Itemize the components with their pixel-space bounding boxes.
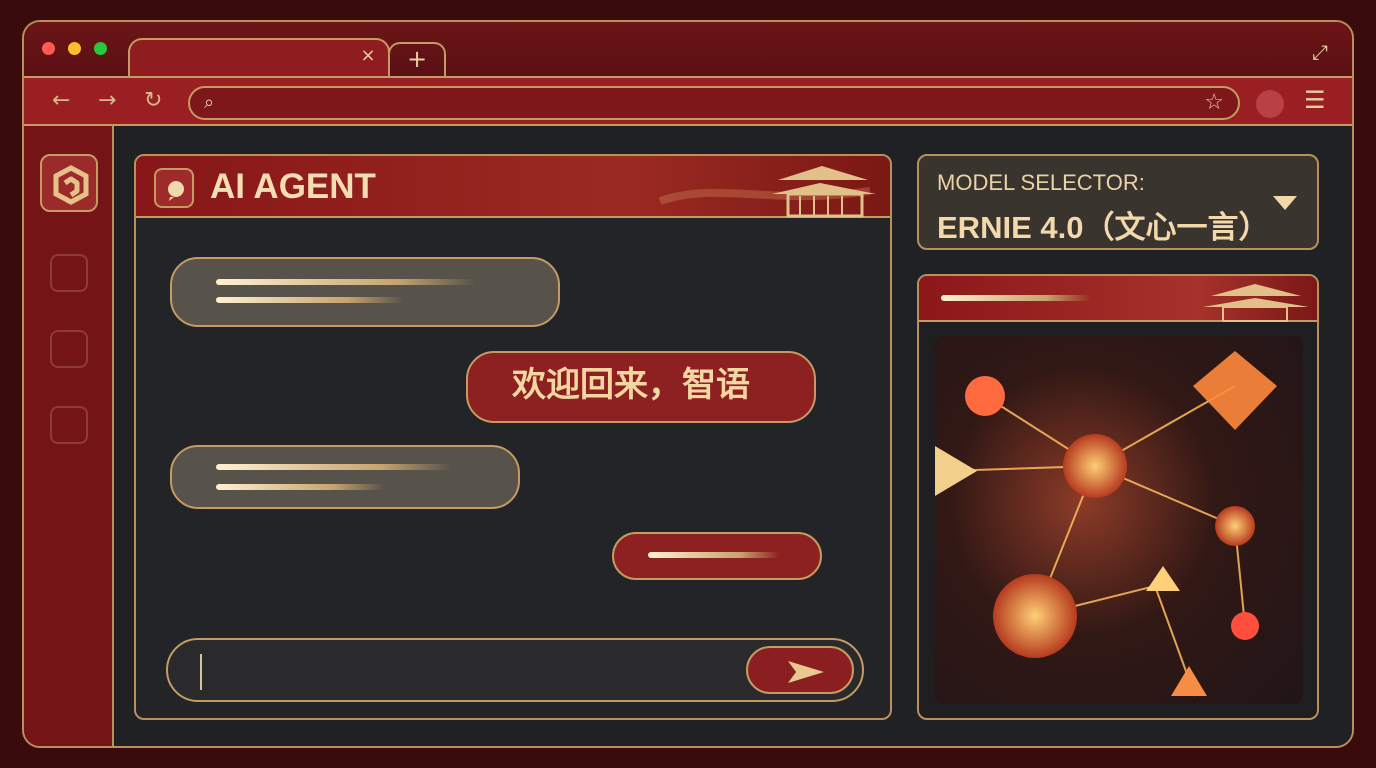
model-selector-label: MODEL SELECTOR: (937, 170, 1145, 195)
profile-avatar[interactable] (1256, 90, 1284, 118)
chat-bubble-icon (154, 168, 194, 208)
visual-title-placeholder (941, 295, 1091, 301)
back-icon[interactable]: ← (52, 88, 70, 114)
send-icon (788, 661, 824, 683)
sidebar-item[interactable] (50, 406, 88, 444)
network-visual-panel (917, 274, 1319, 720)
brain-node-icon (993, 574, 1077, 658)
close-window-button[interactable] (42, 42, 55, 55)
active-tab[interactable] (128, 38, 390, 78)
send-button[interactable] (746, 646, 854, 694)
sidebar-item[interactable] (50, 254, 88, 292)
arrow-icon (935, 446, 977, 496)
minimize-window-button[interactable] (68, 42, 81, 55)
incoming-message-bubble (170, 257, 560, 327)
welcome-message: 欢迎回来，智语 (512, 365, 750, 405)
maximize-window-button[interactable] (94, 42, 107, 55)
browser-window: × + ⤢ ← → ↻ ⌕ ☆ ☰ AI AGENT 欢迎回来，智语 MODEL… (22, 20, 1354, 748)
model-selector[interactable]: MODEL SELECTOR: ERNIE 4.0（文心一言） (917, 154, 1319, 250)
sidebar-home-button[interactable] (40, 154, 98, 212)
outgoing-message-bubble: 欢迎回来，智语 (466, 351, 816, 423)
address-bar[interactable]: ⌕ ☆ (188, 86, 1240, 120)
selected-model: ERNIE 4.0（文心一言） (937, 210, 1270, 245)
pagoda-decoration (1203, 284, 1309, 322)
outgoing-message-bubble (612, 532, 822, 580)
triangle-icon (1171, 666, 1207, 696)
incoming-message-bubble (170, 445, 520, 509)
chat-header: AI AGENT (136, 156, 890, 218)
menu-icon[interactable]: ☰ (1304, 86, 1326, 114)
text-cursor (200, 654, 202, 690)
triangle-icon (1146, 566, 1180, 591)
message-input[interactable] (166, 638, 864, 702)
brain-node-icon (1063, 434, 1127, 498)
left-sidebar (24, 126, 114, 746)
forward-icon[interactable]: → (98, 88, 116, 114)
visual-panel-header (919, 276, 1317, 322)
pagoda-decoration (658, 166, 876, 218)
tab-bar: × + ⤢ (24, 22, 1352, 78)
chevron-down-icon[interactable] (1273, 196, 1297, 210)
chat-panel: AI AGENT 欢迎回来，智语 (134, 154, 892, 720)
search-icon: ⌕ (204, 92, 215, 113)
main-content: AI AGENT 欢迎回来，智语 MODEL SELECTOR: ERNIE 4… (114, 126, 1352, 746)
hexagon-logo-icon (53, 165, 89, 205)
expand-icon[interactable]: ⤢ (1312, 40, 1328, 64)
browser-toolbar: ← → ↻ ⌕ ☆ ☰ (24, 76, 1352, 126)
reload-icon[interactable]: ↻ (144, 88, 162, 114)
sidebar-item[interactable] (50, 330, 88, 368)
close-tab-icon[interactable]: × (358, 46, 378, 66)
chat-title: AI AGENT (210, 167, 376, 206)
ai-network-illustration (935, 336, 1303, 704)
new-tab-button[interactable]: + (388, 42, 446, 76)
diamond-icon (1193, 351, 1277, 430)
bookmark-star-icon[interactable]: ☆ (1204, 90, 1224, 115)
